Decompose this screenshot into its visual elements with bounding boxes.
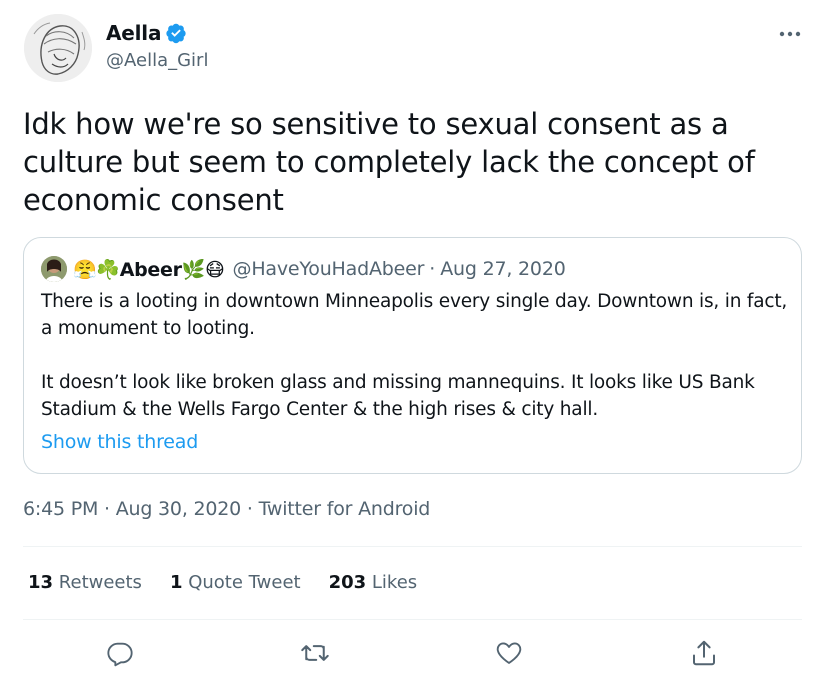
likes-stat[interactable]: 203 Likes — [329, 572, 418, 593]
separator-dot: · — [104, 498, 110, 520]
tweet-text: Idk how we're so sensitive to sexual con… — [23, 107, 755, 217]
heart-icon — [496, 642, 522, 664]
name-prefix-emoji: 😤☘️ — [73, 258, 120, 281]
tweet-date[interactable]: Aug 30, 2020 — [116, 498, 242, 520]
divider — [23, 619, 802, 620]
quoted-author-avatar[interactable] — [41, 256, 67, 282]
author-display-name[interactable]: Aella — [106, 21, 161, 45]
author-name-row[interactable]: Aella — [106, 21, 187, 45]
divider — [23, 546, 802, 547]
like-button[interactable] — [493, 637, 525, 669]
quotes-count: 1 — [169, 572, 183, 593]
quote-tweets-stat[interactable]: 1 Quote Tweet — [170, 572, 301, 593]
share-button[interactable] — [688, 637, 720, 669]
quoted-tweet-card[interactable]: 😤☘️Abeer🌿😷 @HaveYouHadAbeer · Aug 27, 20… — [23, 237, 802, 474]
quotes-label: Quote Tweet — [188, 572, 301, 593]
quoted-display-name[interactable]: 😤☘️Abeer🌿😷 — [73, 258, 225, 281]
tweet-source[interactable]: Twitter for Android — [259, 498, 431, 520]
quoted-paragraph: There is a looting in downtown Minneapol… — [41, 291, 788, 339]
quoted-handle[interactable]: @HaveYouHadAbeer — [233, 258, 425, 280]
quoted-date[interactable]: Aug 27, 2020 — [440, 258, 566, 280]
more-options-button[interactable] — [776, 22, 804, 46]
tweet-meta: 6:45 PM · Aug 30, 2020 · Twitter for And… — [23, 498, 430, 520]
name-suffix-emoji: 🌿😷 — [181, 258, 225, 281]
engagement-stats: 13 Retweets 1 Quote Tweet 203 Likes — [28, 572, 445, 593]
action-bar — [0, 633, 816, 673]
sketch-portrait-avatar — [24, 14, 92, 82]
more-dots-icon — [779, 31, 801, 37]
likes-count: 203 — [328, 572, 367, 593]
tweet-time[interactable]: 6:45 PM — [23, 498, 98, 520]
show-thread-link[interactable]: Show this thread — [41, 431, 198, 453]
retweet-icon — [301, 645, 329, 661]
quoted-tweet-header: 😤☘️Abeer🌿😷 @HaveYouHadAbeer · Aug 27, 20… — [41, 256, 566, 282]
separator-dot: · — [429, 258, 436, 280]
share-icon — [693, 640, 715, 666]
retweets-stat[interactable]: 13 Retweets — [28, 572, 142, 593]
author-handle[interactable]: @Aella_Girl — [106, 50, 208, 71]
quoted-tweet-body: There is a looting in downtown Minneapol… — [41, 288, 791, 423]
retweet-button[interactable] — [299, 637, 331, 669]
verified-badge-icon — [165, 22, 187, 44]
retweets-label: Retweets — [58, 572, 142, 593]
reply-button[interactable] — [104, 637, 136, 669]
retweets-count: 13 — [28, 572, 54, 593]
quoted-name-text: Abeer — [119, 258, 182, 281]
author-avatar[interactable] — [24, 14, 92, 82]
likes-label: Likes — [371, 572, 418, 593]
reply-icon — [107, 642, 133, 667]
portrait-avatar-icon — [41, 256, 67, 282]
separator-dot: · — [246, 498, 253, 520]
quoted-paragraph: It doesn’t look like broken glass and mi… — [41, 372, 755, 420]
